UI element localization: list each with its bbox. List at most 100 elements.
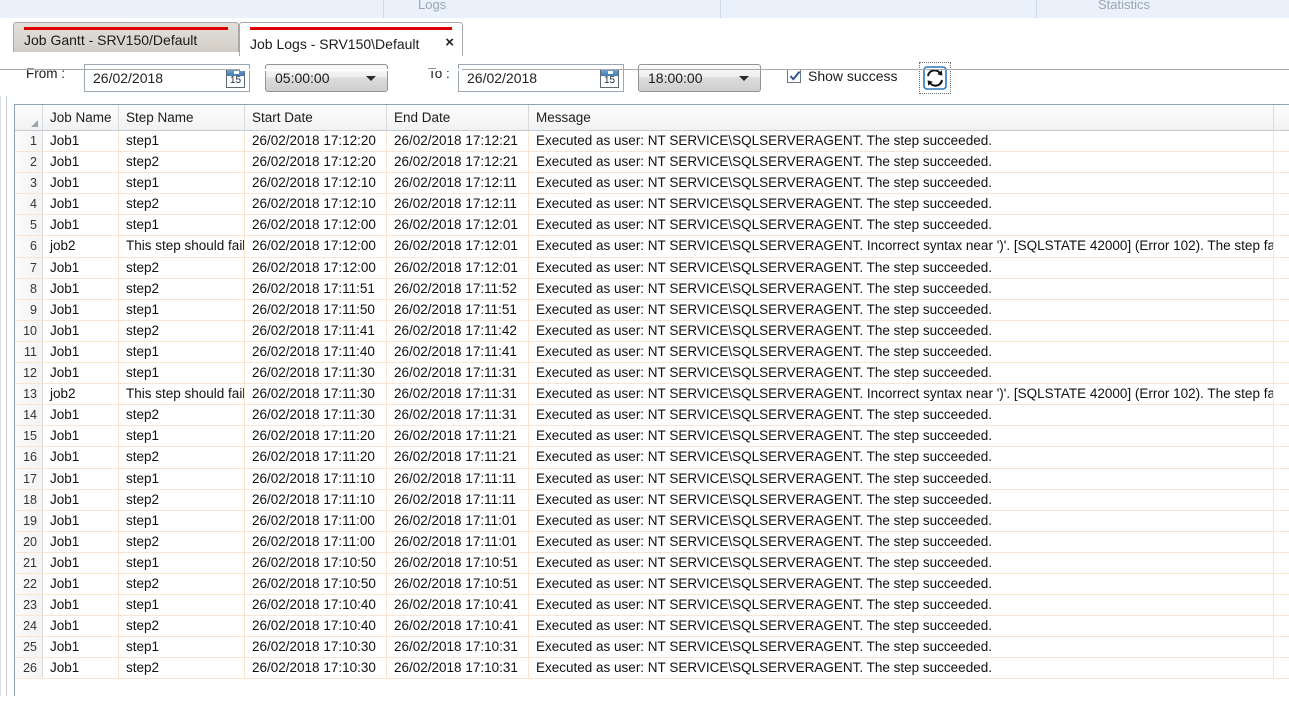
checkbox-box[interactable] bbox=[787, 69, 801, 83]
cell-filler bbox=[1274, 300, 1289, 320]
cell-end-date: 26/02/2018 17:11:31 bbox=[387, 405, 529, 426]
cell-job-name: Job1 bbox=[43, 510, 119, 531]
table-row[interactable]: 16 Job1 step2 26/02/2018 17:11:20 26/02/2018… bbox=[15, 447, 1289, 469]
refresh-button[interactable] bbox=[919, 62, 951, 94]
cell-start-date: 26/02/2018 17:11:50 bbox=[245, 299, 387, 320]
cell-message: Executed as user: NT SERVICE\SQLSERVERAG… bbox=[529, 278, 1274, 299]
column-header-message[interactable]: Message bbox=[529, 105, 1274, 130]
column-header-step-name[interactable]: Step Name bbox=[119, 105, 245, 130]
cell-start-date: 26/02/2018 17:11:20 bbox=[245, 426, 387, 447]
cell-start-date: 26/02/2018 17:11:00 bbox=[245, 531, 387, 552]
ribbon-separator bbox=[720, 0, 721, 18]
table-row[interactable]: 20 Job1 step2 26/02/2018 17:11:00 26/02/2018… bbox=[15, 531, 1289, 553]
cell-step-name: step1 bbox=[119, 299, 245, 320]
window-bottom-fill bbox=[0, 696, 1289, 703]
table-row[interactable]: 24 Job1 step2 26/02/2018 17:10:40 26/02/2018… bbox=[15, 616, 1289, 638]
cell-step-name: step2 bbox=[119, 320, 245, 341]
cell-start-date: 26/02/2018 17:10:40 bbox=[245, 616, 387, 637]
chevron-down-icon[interactable] bbox=[739, 75, 749, 81]
row-index-cell: 4 bbox=[15, 194, 43, 215]
cell-end-date: 26/02/2018 17:12:11 bbox=[387, 173, 529, 194]
table-row[interactable]: 3 Job1 step1 26/02/2018 17:12:10 26/02/2018 … bbox=[15, 173, 1289, 195]
table-row[interactable]: 25 Job1 step1 26/02/2018 17:10:30 26/02/2018… bbox=[15, 637, 1289, 659]
table-row[interactable]: 17 Job1 step1 26/02/2018 17:11:10 26/02/2018… bbox=[15, 468, 1289, 490]
cell-job-name: job2 bbox=[43, 384, 119, 405]
tab-job-gantt-label: Job Gantt - SRV150/Default bbox=[24, 32, 198, 48]
table-row[interactable]: 13 job2 This step should fail 26/02/2018 17… bbox=[15, 384, 1289, 406]
cell-step-name: step1 bbox=[119, 426, 245, 447]
cell-start-date: 26/02/2018 17:11:20 bbox=[245, 447, 387, 468]
cell-step-name: step1 bbox=[119, 363, 245, 384]
table-row[interactable]: 5 Job1 step1 26/02/2018 17:12:00 26/02/2018 … bbox=[15, 215, 1289, 237]
cell-start-date: 26/02/2018 17:10:50 bbox=[245, 573, 387, 595]
cell-end-date: 26/02/2018 17:11:52 bbox=[387, 278, 529, 299]
cell-step-name: step1 bbox=[119, 637, 245, 658]
from-date-value: 26/02/2018 bbox=[93, 70, 164, 86]
table-row[interactable]: 6 job2 This step should fail 26/02/2018 17:… bbox=[15, 236, 1289, 258]
table-row[interactable]: 26 Job1 step2 26/02/2018 17:10:30 26/02/2018… bbox=[15, 658, 1289, 680]
close-icon[interactable]: × bbox=[445, 35, 454, 50]
cell-start-date: 26/02/2018 17:11:10 bbox=[245, 489, 387, 510]
table-row[interactable]: 1 Job1 step1 26/02/2018 17:12:20 26/02/2018 … bbox=[15, 131, 1289, 153]
grid-select-all-corner[interactable] bbox=[15, 105, 43, 130]
cell-job-name: job2 bbox=[43, 236, 119, 257]
window-edge-line bbox=[0, 96, 1, 703]
table-row[interactable]: 18 Job1 step2 26/02/2018 17:11:10 26/02/2018… bbox=[15, 489, 1289, 511]
check-icon bbox=[789, 70, 801, 81]
cell-step-name: step1 bbox=[119, 131, 245, 152]
cell-start-date: 26/02/2018 17:12:10 bbox=[245, 173, 387, 194]
cell-start-date: 26/02/2018 17:11:41 bbox=[245, 320, 387, 341]
column-header-start-date[interactable]: Start Date bbox=[245, 105, 387, 130]
cell-end-date: 26/02/2018 17:11:41 bbox=[387, 341, 529, 363]
column-header-job-name[interactable]: Job Name bbox=[43, 105, 119, 130]
table-row[interactable]: 8 Job1 step2 26/02/2018 17:11:51 26/02/2018 … bbox=[15, 278, 1289, 300]
table-row[interactable]: 7 Job1 step2 26/02/2018 17:12:00 26/02/2018 … bbox=[15, 257, 1289, 279]
cell-start-date: 26/02/2018 17:12:00 bbox=[245, 215, 387, 236]
calendar-icon[interactable]: 15 bbox=[226, 68, 245, 88]
cell-end-date: 26/02/2018 17:12:01 bbox=[387, 236, 529, 257]
table-row[interactable]: 9 Job1 step1 26/02/2018 17:11:50 26/02/2018 … bbox=[15, 299, 1289, 321]
table-row[interactable]: 22 Job1 step2 26/02/2018 17:10:50 26/02/2018… bbox=[15, 573, 1289, 596]
table-row[interactable]: 19 Job1 step1 26/02/2018 17:11:00 26/02/2018… bbox=[15, 510, 1289, 532]
show-success-checkbox[interactable]: Show success bbox=[787, 68, 897, 84]
cell-start-date: 26/02/2018 17:11:10 bbox=[245, 468, 387, 489]
chevron-down-icon[interactable] bbox=[366, 75, 376, 81]
table-row[interactable]: 10 Job1 step2 26/02/2018 17:11:41 26/02/2018… bbox=[15, 320, 1289, 342]
cell-end-date: 26/02/2018 17:11:21 bbox=[387, 426, 529, 447]
table-row[interactable]: 4 Job1 step2 26/02/2018 17:12:10 26/02/2018 … bbox=[15, 194, 1289, 216]
row-index-cell: 18 bbox=[15, 489, 43, 510]
tab-job-logs[interactable]: Job Logs - SRV150\Default × bbox=[239, 22, 463, 56]
cell-start-date: 26/02/2018 17:11:30 bbox=[245, 363, 387, 384]
cell-step-name: step2 bbox=[119, 194, 245, 215]
table-row[interactable]: 12 Job1 step1 26/02/2018 17:11:30 26/02/2018… bbox=[15, 363, 1289, 385]
tab-job-gantt[interactable]: Job Gantt - SRV150/Default bbox=[13, 22, 239, 52]
cell-filler bbox=[1274, 426, 1289, 446]
cell-step-name: This step should fail bbox=[119, 384, 245, 405]
column-header-end-date[interactable]: End Date bbox=[387, 105, 529, 130]
cell-message: Executed as user: NT SERVICE\SQLSERVERAG… bbox=[529, 468, 1274, 489]
ribbon-group-label-statistics: Statistics bbox=[1098, 0, 1151, 12]
ribbon-separator bbox=[383, 0, 384, 18]
cell-job-name: Job1 bbox=[43, 489, 119, 510]
cell-filler bbox=[1274, 215, 1289, 235]
cell-job-name: Job1 bbox=[43, 573, 119, 595]
cell-message: Executed as user: NT SERVICE\SQLSERVERAG… bbox=[529, 215, 1274, 236]
table-row[interactable]: 2 Job1 step2 26/02/2018 17:12:20 26/02/2018 … bbox=[15, 152, 1289, 174]
table-row[interactable]: 11 Job1 step1 26/02/2018 17:11:40 26/02/2018… bbox=[15, 341, 1289, 364]
calendar-icon[interactable]: 15 bbox=[600, 68, 619, 88]
table-row[interactable]: 23 Job1 step1 26/02/2018 17:10:40 26/02/2018… bbox=[15, 595, 1289, 617]
column-header-filler[interactable] bbox=[1274, 105, 1289, 130]
table-row[interactable]: 14 Job1 step2 26/02/2018 17:11:30 26/02/2018… bbox=[15, 405, 1289, 427]
cell-filler bbox=[1274, 194, 1289, 214]
tab-strip: Job Gantt - SRV150/Default Job Logs - SR… bbox=[0, 18, 1289, 71]
cell-job-name: Job1 bbox=[43, 173, 119, 194]
grid-body[interactable]: 1 Job1 step1 26/02/2018 17:12:20 26/02/2018 … bbox=[15, 131, 1289, 696]
cell-job-name: Job1 bbox=[43, 194, 119, 215]
cell-message: Executed as user: NT SERVICE\SQLSERVERAG… bbox=[529, 299, 1274, 320]
table-row[interactable]: 15 Job1 step1 26/02/2018 17:11:20 26/02/2018… bbox=[15, 426, 1289, 448]
cell-start-date: 26/02/2018 17:10:30 bbox=[245, 658, 387, 679]
cell-filler bbox=[1274, 658, 1289, 678]
cell-filler bbox=[1274, 595, 1289, 615]
table-row[interactable]: 21 Job1 step1 26/02/2018 17:10:50 26/02/2018… bbox=[15, 552, 1289, 574]
ribbon-group-label-logs: Logs bbox=[418, 0, 447, 12]
